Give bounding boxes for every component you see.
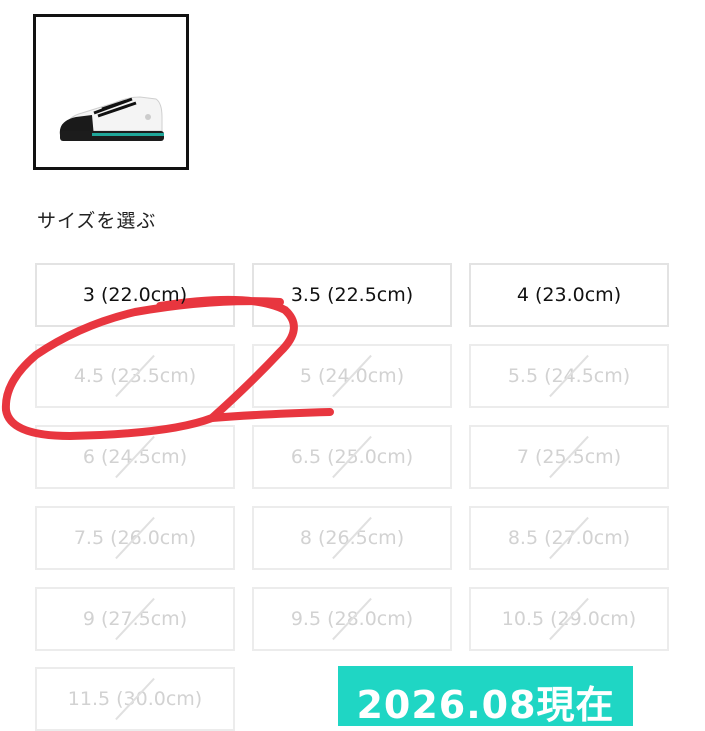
size-option[interactable]: 7 (25.5cm) (469, 425, 669, 489)
size-option[interactable]: 3.5 (22.5cm) (252, 263, 452, 327)
size-option[interactable]: 11.5 (30.0cm) (35, 667, 235, 731)
size-option-label: 3 (22.0cm) (82, 284, 188, 306)
size-option[interactable]: 5.5 (24.5cm) (469, 344, 669, 408)
size-option-label: 3.5 (22.5cm) (290, 284, 414, 306)
size-option-label: 4 (23.0cm) (516, 284, 622, 306)
size-grid: 3 (22.0cm) 3.5 (22.5cm) 4 (23.0cm) 4.5 (23.… (0, 0, 705, 731)
size-option[interactable]: 8 (26.5cm) (252, 506, 452, 570)
size-option[interactable]: 10.5 (29.0cm) (469, 587, 669, 651)
size-option[interactable]: 9 (27.5cm) (35, 587, 235, 651)
size-option[interactable]: 5 (24.0cm) (252, 344, 452, 408)
size-option[interactable]: 6 (24.5cm) (35, 425, 235, 489)
size-option[interactable]: 4.5 (23.5cm) (35, 344, 235, 408)
size-option[interactable]: 9.5 (28.0cm) (252, 587, 452, 651)
size-option[interactable]: 3 (22.0cm) (35, 263, 235, 327)
size-option[interactable]: 4 (23.0cm) (469, 263, 669, 327)
size-option[interactable]: 7.5 (26.0cm) (35, 506, 235, 570)
date-badge: 2026.08現在 (338, 666, 633, 727)
size-option[interactable]: 8.5 (27.0cm) (469, 506, 669, 570)
size-option[interactable]: 6.5 (25.0cm) (252, 425, 452, 489)
